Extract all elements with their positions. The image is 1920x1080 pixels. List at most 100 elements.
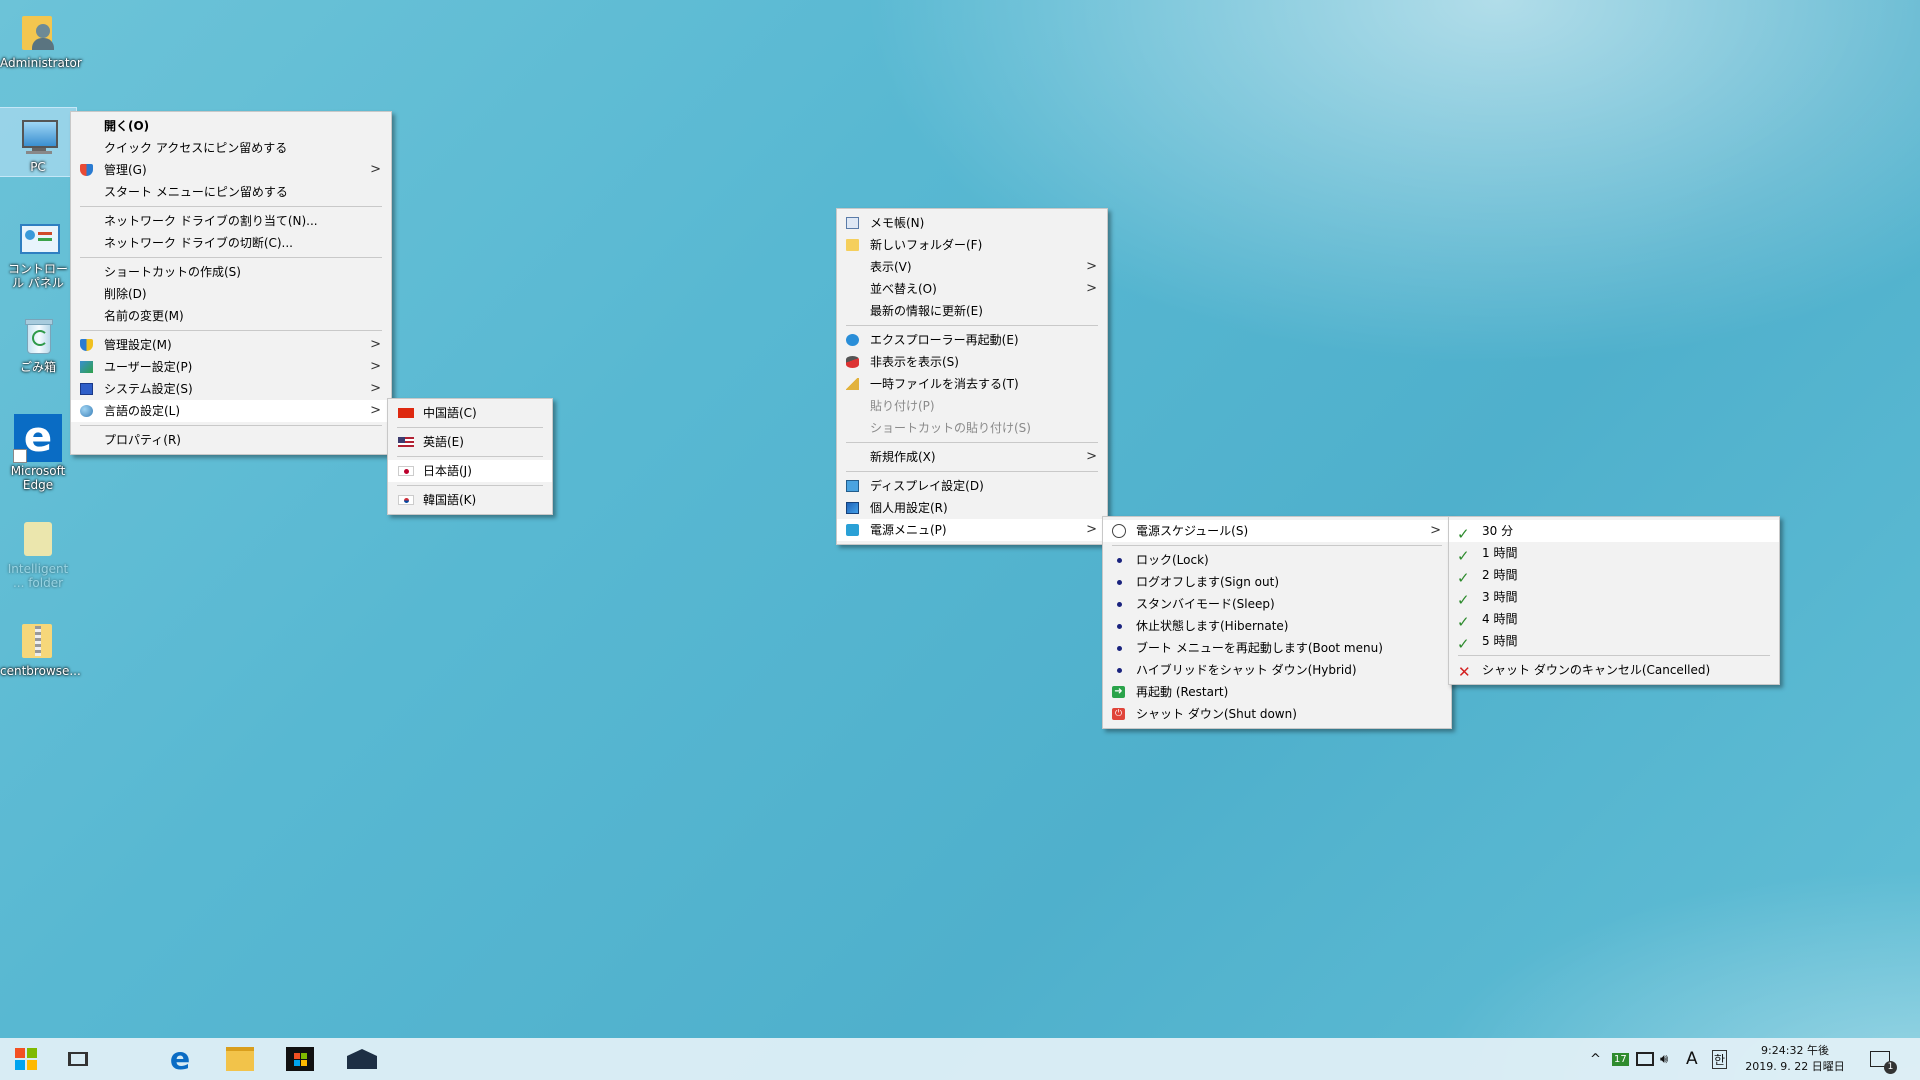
speaker-icon: 🔊︎ bbox=[1660, 1051, 1669, 1067]
menu-item-show-hidden[interactable]: 非表示を表示(S) bbox=[837, 351, 1107, 373]
power-submenu: 電源スケジュール(S) > ロック(Lock) ログオフします(Sign out)… bbox=[1102, 516, 1452, 729]
menu-item-power-schedule[interactable]: 電源スケジュール(S) > bbox=[1103, 520, 1451, 542]
menu-item-4-hours[interactable]: ✓ 4 時間 bbox=[1449, 608, 1779, 631]
desktop-icon-pc[interactable]: PC bbox=[0, 107, 77, 177]
menu-item-pin-quick-access[interactable]: クイック アクセスにピン留めする bbox=[71, 137, 391, 159]
menu-item-disconnect-network-drive[interactable]: ネットワーク ドライブの切断(C)... bbox=[71, 232, 391, 254]
menu-item-pin-start[interactable]: スタート メニューにピン留めする bbox=[71, 181, 391, 203]
desktop-icon-label: centbrowse... bbox=[0, 664, 81, 678]
menu-item-sort[interactable]: 並べ替え(O) > bbox=[837, 278, 1107, 300]
ime-mode-label: A bbox=[1686, 1049, 1698, 1069]
menu-item-open[interactable]: 開く(O) bbox=[71, 115, 391, 137]
chevron-right-icon: > bbox=[1086, 522, 1097, 537]
menu-item-notepad[interactable]: メモ帳(N) bbox=[837, 212, 1107, 234]
menu-item-3-hours[interactable]: ✓ 3 時間 bbox=[1449, 586, 1779, 609]
desktop-icon-edge[interactable]: e Microsoft Edge bbox=[0, 408, 76, 493]
menu-item-paste[interactable]: 貼り付け(P) bbox=[837, 395, 1107, 417]
menu-item-sign-out[interactable]: ログオフします(Sign out) bbox=[1103, 571, 1451, 593]
task-view-icon bbox=[68, 1052, 88, 1066]
menu-item-5-hours[interactable]: ✓ 5 時間 bbox=[1449, 630, 1779, 653]
cancel-x-icon: ✕ bbox=[1458, 663, 1471, 681]
action-center-button[interactable]: 1 bbox=[1870, 1038, 1897, 1080]
menu-item-shut-down[interactable]: ⏻ シャット ダウン(Shut down) bbox=[1103, 703, 1451, 725]
menu-item-1-hour[interactable]: ✓ 1 時間 bbox=[1449, 542, 1779, 565]
user-folder-icon bbox=[16, 10, 60, 54]
taskbar-edge[interactable]: e bbox=[158, 1038, 202, 1080]
chevron-right-icon: > bbox=[1086, 281, 1097, 296]
volume-button[interactable]: 🔊︎ bbox=[1660, 1038, 1668, 1080]
desktop-icon-folder[interactable]: Intelligent ... folder bbox=[0, 510, 76, 594]
menu-item-japanese[interactable]: 日本語(J) bbox=[388, 460, 552, 482]
system-settings-icon bbox=[80, 383, 93, 395]
menu-item-admin-settings[interactable]: 管理設定(M) > bbox=[71, 334, 391, 356]
menu-item-user-settings[interactable]: ユーザー設定(P) > bbox=[71, 356, 391, 378]
shield-icon bbox=[80, 339, 93, 351]
menu-item-new[interactable]: 新規作成(X) > bbox=[837, 446, 1107, 468]
menu-item-display-settings[interactable]: ディスプレイ設定(D) bbox=[837, 475, 1107, 497]
menu-item-rename[interactable]: 名前の変更(M) bbox=[71, 305, 391, 327]
desktop-icon-centbrowser[interactable]: centbrowse... bbox=[0, 612, 81, 682]
menu-item-view[interactable]: 表示(V) > bbox=[837, 256, 1107, 278]
taskbar-store[interactable] bbox=[278, 1038, 322, 1080]
menu-item-korean[interactable]: 韓国語(K) bbox=[388, 489, 552, 511]
start-button[interactable] bbox=[8, 1038, 44, 1080]
desktop-icon-control-panel[interactable]: コントロール パネル bbox=[0, 210, 76, 294]
clock-button[interactable]: 9:24:32 午後 2019. 9. 22 日曜日 bbox=[1740, 1038, 1850, 1080]
taskbar-file-explorer[interactable] bbox=[218, 1038, 262, 1080]
menu-item-hibernate[interactable]: 休止状態します(Hibernate) bbox=[1103, 615, 1451, 637]
broom-icon bbox=[846, 378, 859, 390]
desktop-icon-label: ごみ箱 bbox=[19, 360, 56, 374]
ime-mode-button[interactable]: A bbox=[1686, 1038, 1698, 1080]
clock-icon bbox=[1112, 524, 1126, 538]
tray-app-badge[interactable]: 17 bbox=[1612, 1038, 1629, 1080]
ime-korean-button[interactable]: 한 bbox=[1712, 1038, 1728, 1080]
menu-separator bbox=[1112, 545, 1442, 546]
menu-item-restart-explorer[interactable]: エクスプローラー再起動(E) bbox=[837, 329, 1107, 351]
desktop-icon-administrator[interactable]: Administrator bbox=[0, 4, 82, 74]
refresh-icon bbox=[846, 334, 859, 346]
menu-item-paste-shortcut[interactable]: ショートカットの貼り付け(S) bbox=[837, 417, 1107, 439]
desktop-icon-label: Microsoft Edge bbox=[10, 464, 66, 492]
shutdown-icon: ⏻ bbox=[1112, 708, 1125, 720]
user-settings-icon bbox=[80, 361, 93, 373]
menu-item-power-menu[interactable]: 電源メニュ(P) > bbox=[837, 519, 1107, 541]
menu-item-sleep[interactable]: スタンバイモード(Sleep) bbox=[1103, 593, 1451, 615]
bullet-icon bbox=[1117, 558, 1122, 563]
menu-item-2-hours[interactable]: ✓ 2 時間 bbox=[1449, 564, 1779, 587]
menu-item-new-folder[interactable]: 新しいフォルダー(F) bbox=[837, 234, 1107, 256]
menu-item-language-settings[interactable]: 言語の設定(L) > bbox=[71, 400, 391, 422]
menu-item-system-settings[interactable]: システム設定(S) > bbox=[71, 378, 391, 400]
menu-item-cancel-shutdown[interactable]: ✕ シャット ダウンのキャンセル(Cancelled) bbox=[1449, 659, 1779, 681]
mail-icon bbox=[347, 1049, 377, 1069]
menu-item-create-shortcut[interactable]: ショートカットの作成(S) bbox=[71, 261, 391, 283]
chevron-right-icon: > bbox=[1086, 449, 1097, 464]
menu-item-30-min[interactable]: ✓ 30 分 bbox=[1449, 520, 1779, 543]
menu-item-chinese[interactable]: 中国語(C) bbox=[388, 402, 552, 424]
menu-item-manage[interactable]: 管理(G) > bbox=[71, 159, 391, 181]
menu-item-lock[interactable]: ロック(Lock) bbox=[1103, 549, 1451, 571]
menu-item-english[interactable]: 英語(E) bbox=[388, 431, 552, 453]
desktop-icon-label: PC bbox=[30, 160, 46, 174]
menu-item-delete[interactable]: 削除(D) bbox=[71, 283, 391, 305]
menu-item-map-network-drive[interactable]: ネットワーク ドライブの割り当て(N)... bbox=[71, 210, 391, 232]
menu-item-properties[interactable]: プロパティ(R) bbox=[71, 429, 391, 451]
menu-separator bbox=[846, 325, 1098, 326]
menu-item-clean-temp[interactable]: 一時ファイルを消去する(T) bbox=[837, 373, 1107, 395]
flag-china-icon bbox=[398, 408, 414, 418]
menu-item-personalize[interactable]: 個人用設定(R) bbox=[837, 497, 1107, 519]
desktop-icon-recycle-bin[interactable]: ごみ箱 bbox=[0, 308, 76, 376]
menu-item-boot-menu[interactable]: ブート メニューを再起動します(Boot menu) bbox=[1103, 637, 1451, 659]
taskbar-mail[interactable] bbox=[340, 1038, 384, 1080]
folder-icon bbox=[226, 1047, 254, 1071]
control-panel-icon bbox=[16, 216, 60, 260]
display-icon bbox=[846, 480, 859, 492]
task-view-button[interactable] bbox=[60, 1038, 96, 1080]
show-hidden-icons-button[interactable]: ^ bbox=[1590, 1038, 1601, 1080]
notepad-icon bbox=[846, 217, 859, 229]
menu-item-hybrid-shutdown[interactable]: ハイブリッドをシャット ダウン(Hybrid) bbox=[1103, 659, 1451, 681]
menu-item-refresh[interactable]: 最新の情報に更新(E) bbox=[837, 300, 1107, 322]
bullet-icon bbox=[1117, 646, 1122, 651]
network-button[interactable] bbox=[1636, 1038, 1654, 1080]
bullet-icon bbox=[1117, 602, 1122, 607]
menu-item-restart[interactable]: ➜ 再起動 (Restart) bbox=[1103, 681, 1451, 703]
